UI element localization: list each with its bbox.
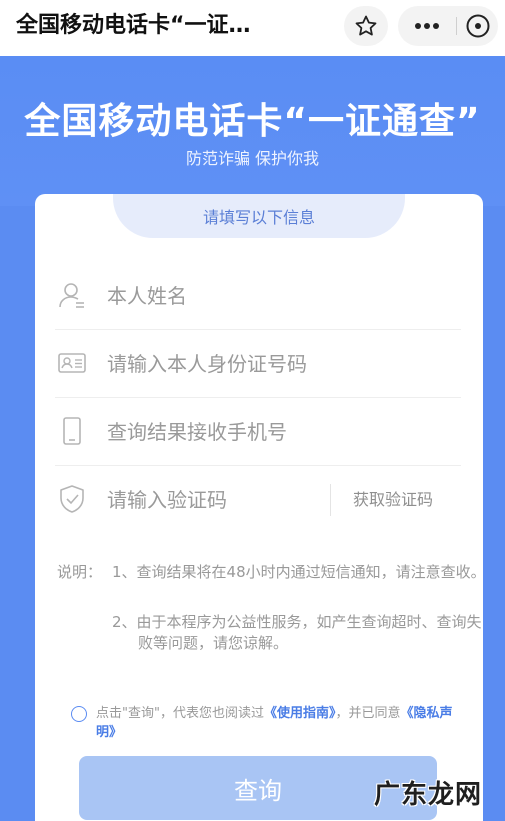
close-circle-icon [466, 14, 489, 38]
id-card-icon [58, 353, 86, 373]
instruction-item: 2、由于本程序为公益性服务，如产生查询超时、查询失败等问题，请您谅解。 [112, 613, 482, 652]
close-button[interactable] [457, 6, 498, 46]
instructions-label: 说明： [57, 563, 103, 581]
page: 全国移动电话卡“一证… 全国移动电话卡“一证通查” 防范诈骗 保护你我 请填写以… [0, 0, 505, 821]
nav-title: 全国移动电话卡“一证… [16, 13, 251, 38]
instruction-item: 1、查询结果将在48小时内通过短信通知，请注意查收。 [112, 563, 486, 581]
banner: 全国移动电话卡“一证通查” 防范诈骗 保护你我 [0, 56, 505, 206]
star-icon [355, 15, 377, 36]
phone-icon [63, 417, 81, 445]
section-title: 请填写以下信息 [202, 208, 315, 227]
form-card: 请填写以下信息 本人姓名 请输入本人身份证号码 查询结果接收手机号 请输入验证码… [35, 194, 486, 821]
watermark-text: 广东龙网 [374, 780, 483, 810]
id-number-field[interactable]: 请输入本人身份证号码 [55, 330, 461, 398]
agree-radio[interactable] [71, 706, 87, 722]
banner-subtitle: 防范诈骗 保护你我 [185, 149, 320, 168]
verify-code-field[interactable]: 请输入验证码 获取验证码 [55, 466, 461, 533]
phone-placeholder: 查询结果接收手机号 [107, 420, 287, 444]
more-button[interactable] [398, 6, 456, 46]
code-divider [330, 484, 331, 516]
phone-field[interactable]: 查询结果接收手机号 [55, 398, 461, 466]
watermark: 广东龙网 [360, 770, 485, 814]
agreement-middle: ，并已同意 [335, 706, 401, 721]
ellipsis-icon [415, 23, 439, 29]
name-field[interactable]: 本人姓名 [55, 262, 461, 330]
capsule-menu [398, 6, 498, 46]
query-button-label: 查询 [234, 776, 282, 805]
banner-title: 全国移动电话卡“一证通查” [24, 101, 481, 142]
nav-bar: 全国移动电话卡“一证… [0, 0, 505, 56]
section-header: 请填写以下信息 [113, 194, 405, 238]
get-code-button[interactable]: 获取验证码 [353, 488, 433, 512]
favorite-button[interactable] [344, 6, 388, 46]
usage-guide-link[interactable]: 《使用指南》 [264, 706, 336, 721]
verify-code-placeholder: 请输入验证码 [107, 488, 227, 512]
agreement-prefix: 点击"查询"，代表您也阅读过 [96, 706, 264, 721]
id-number-placeholder: 请输入本人身份证号码 [107, 352, 307, 376]
shield-check-icon [60, 485, 84, 513]
person-icon [59, 283, 84, 308]
name-placeholder: 本人姓名 [107, 284, 187, 308]
agreement-text: 点击"查询"，代表您也阅读过《使用指南》，并已同意《隐私声明》 [96, 704, 456, 742]
